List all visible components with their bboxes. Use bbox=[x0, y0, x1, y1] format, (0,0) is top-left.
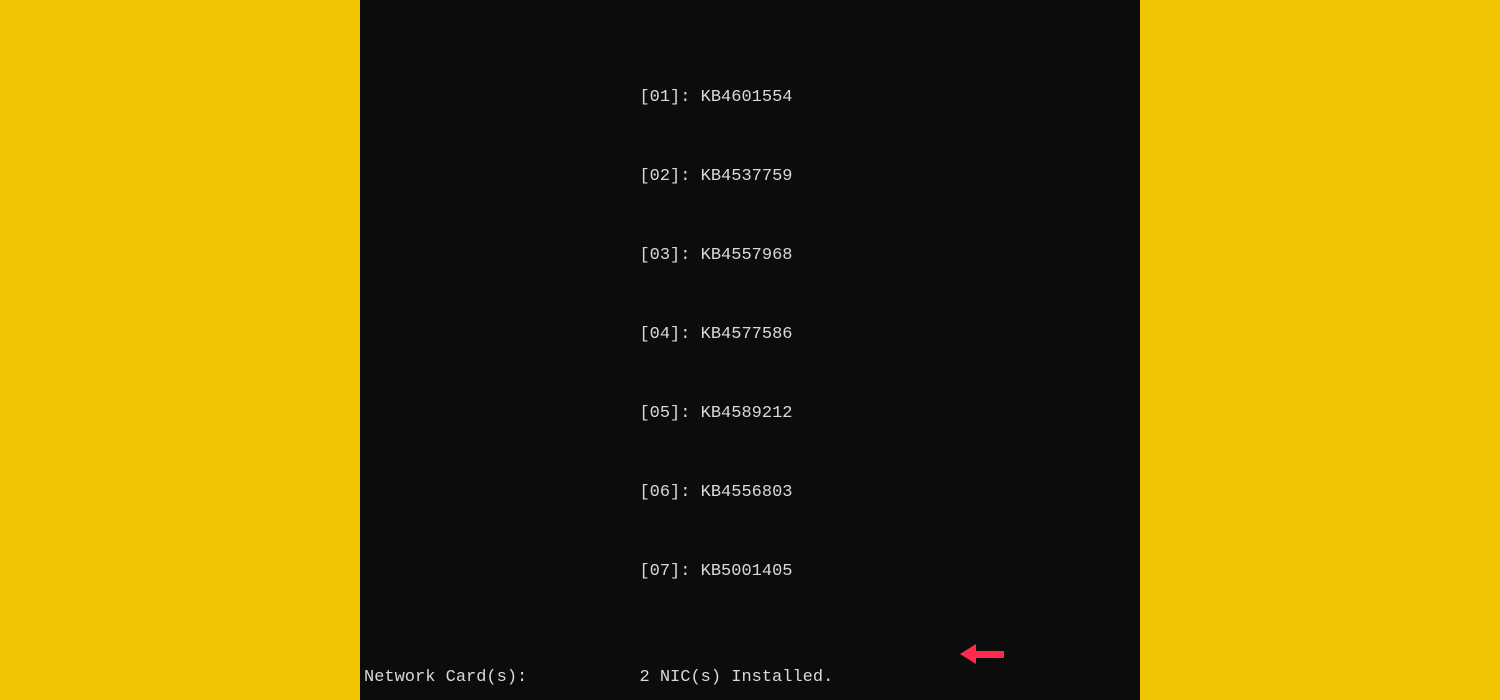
arrow-annotation bbox=[960, 644, 1004, 664]
hotfix-entry: [05]: KB4589212 bbox=[364, 401, 1140, 427]
command-prompt-terminal[interactable]: [01]: KB4601554 [02]: KB4537759 [03]: KB… bbox=[360, 0, 1140, 700]
hotfix-entry: [06]: KB4556803 bbox=[364, 480, 1140, 506]
network-cards-row: Network Card(s):2 NIC(s) Installed. bbox=[364, 665, 1140, 691]
network-cards-summary: 2 NIC(s) Installed. bbox=[639, 665, 833, 691]
arrow-left-icon bbox=[960, 644, 976, 664]
hotfix-entry: [03]: KB4557968 bbox=[364, 243, 1140, 269]
network-cards-label: Network Card(s): bbox=[364, 665, 639, 691]
hotfix-entry: [07]: KB5001405 bbox=[364, 559, 1140, 585]
hotfix-entry: [02]: KB4537759 bbox=[364, 164, 1140, 190]
arrow-shaft bbox=[976, 651, 1004, 658]
hotfix-entry: [04]: KB4577586 bbox=[364, 322, 1140, 348]
hotfix-entry: [01]: KB4601554 bbox=[364, 85, 1140, 111]
